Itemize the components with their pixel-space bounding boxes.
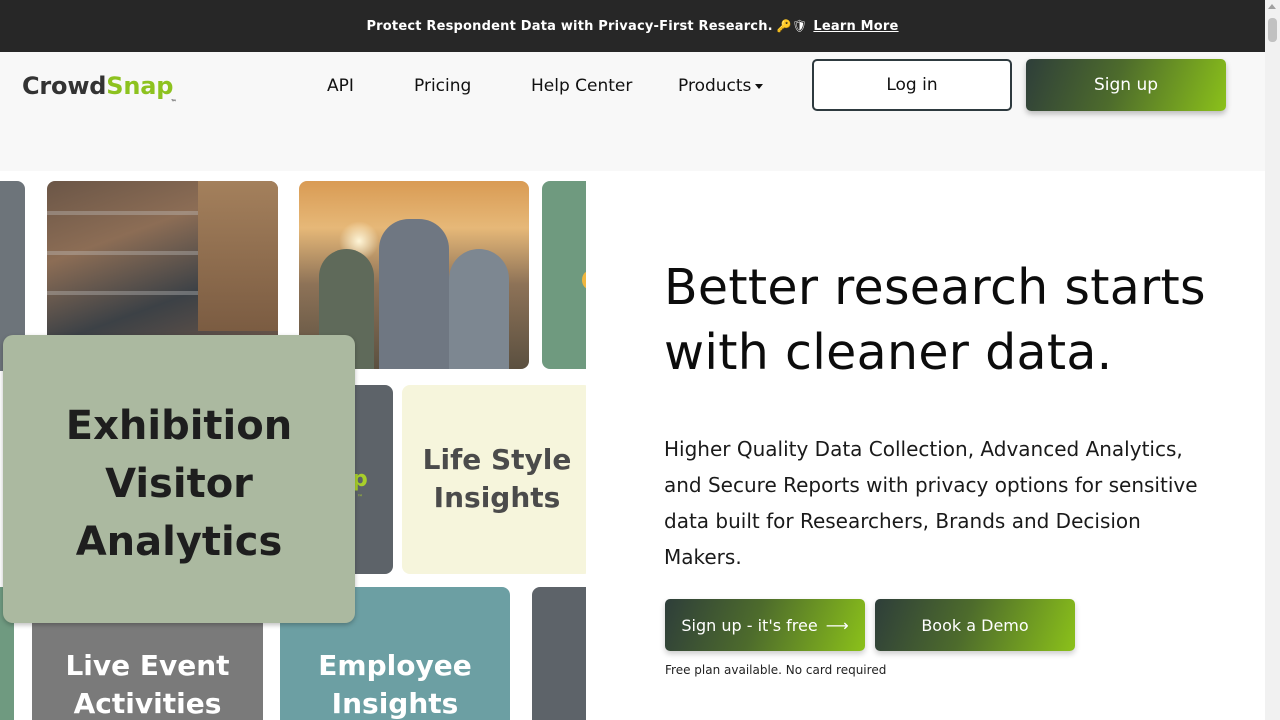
hero-cta-row: Sign up - it's free ⟶ Book a Demo [665,599,1075,651]
learn-more-link[interactable]: Learn More [813,19,898,34]
crowdsnap-logo[interactable]: CrowdSnap ™ [22,72,176,106]
key-shield-icon: 🔑🛡 [776,19,808,33]
employee-label: Employee Insights [280,647,510,720]
login-button[interactable]: Log in [812,59,1012,111]
signup-free-button[interactable]: Sign up - it's free ⟶ [665,599,865,651]
scroll-up-icon[interactable] [1268,4,1276,9]
nav-products-label: Products [678,76,752,96]
logo-text-crowd: Crowd [22,72,107,100]
live-event-label: Live Event Activities [32,647,263,720]
banner-text: Protect Respondent Data with Privacy-Fir… [366,18,773,34]
nav-products-dropdown[interactable]: Products [678,76,764,96]
lifestyle-label-line1: Life Style [422,443,572,476]
lifestyle-label: Life Style Insights [402,441,586,517]
logo-trademark: ™ [170,99,177,106]
live-label-line2: Activities [73,687,222,720]
hero-text-block: Better research starts with cleaner data… [664,255,1244,575]
employee-label-line2: Insights [331,687,459,720]
collage-tile-lifestyle: Life Style Insights [402,385,586,574]
announcement-banner: Protect Respondent Data with Privacy-Fir… [0,0,1265,52]
signup-free-label: Sign up - it's free [681,615,818,635]
hiker-figure [449,249,509,369]
arrow-right-icon: ⟶ [825,615,849,635]
free-plan-note: Free plan available. No card required [665,663,887,677]
signup-button[interactable]: Sign up [1026,59,1226,111]
logo-fragment-tm: ™ [357,494,363,501]
yellow-dot [582,271,586,289]
exhibition-label-line3: Analytics [75,519,283,565]
hero-description: Higher Quality Data Collection, Advanced… [664,437,1198,569]
hero-title: Better research starts with cleaner data… [664,255,1244,385]
exhibition-label: Exhibition Visitor Analytics [3,397,355,571]
scrollbar-thumb[interactable] [1268,18,1277,42]
page-scrollbar[interactable] [1265,0,1280,720]
exhibition-label-line1: Exhibition [65,403,293,449]
nav-api[interactable]: API [327,76,354,96]
lifestyle-label-line2: Insights [433,481,561,514]
collage-tile-green [542,181,586,369]
collage-tile-exhibition: Exhibition Visitor Analytics [3,335,355,623]
nav-pricing[interactable]: Pricing [414,76,471,96]
book-demo-button[interactable]: Book a Demo [875,599,1075,651]
chevron-down-icon [755,83,764,89]
exhibition-label-line2: Visitor [105,461,253,507]
employee-label-line1: Employee [318,649,472,682]
nav-help-center[interactable]: Help Center [531,76,632,96]
hero-title-line1: Better research starts [664,259,1206,316]
top-navbar: CrowdSnap ™ API Pricing Help Center Prod… [0,52,1265,171]
hiker-figure [379,219,449,369]
hero-title-line2: with cleaner data. [664,324,1113,381]
hero-image-collage: p ™ Life Style Insights Exhibition Visit… [0,171,586,720]
live-label-line1: Live Event [65,649,230,682]
logo-text-snap: Snap [106,72,174,100]
shopper-figure [198,181,278,331]
collage-tile-right-edge [532,587,586,720]
